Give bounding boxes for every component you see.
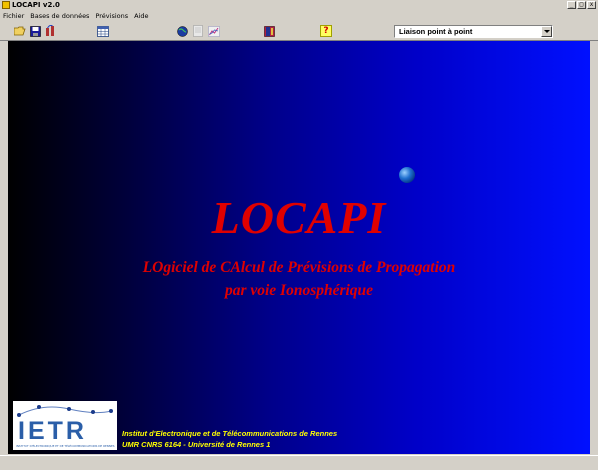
globe-run-icon bbox=[176, 25, 188, 37]
help-icon: ? bbox=[323, 26, 329, 36]
globe-icon bbox=[399, 167, 415, 183]
globe-run-button[interactable] bbox=[176, 25, 188, 37]
splash-panel: LOCAPI LOgiciel de CAlcul de Prévisions … bbox=[8, 41, 590, 454]
table-button[interactable] bbox=[97, 25, 109, 37]
app-icon bbox=[2, 1, 10, 9]
save-icon bbox=[29, 25, 41, 37]
splash-title: LOCAPI bbox=[211, 192, 387, 243]
document-button[interactable] bbox=[192, 25, 204, 37]
open-button[interactable] bbox=[14, 25, 26, 37]
chevron-down-icon[interactable] bbox=[541, 26, 552, 37]
minimize-button[interactable]: _ bbox=[567, 1, 576, 9]
ietr-logo: IETR INSTITUT D'ÉLECTRONIQUE ET DE TÉLÉC… bbox=[13, 401, 117, 450]
folder-open-icon bbox=[14, 26, 26, 36]
help-button[interactable]: ? bbox=[320, 25, 332, 37]
book-icon bbox=[263, 25, 275, 37]
institute-name: Institut d'Electronique et de Télécommun… bbox=[122, 429, 338, 438]
window-title: LOCAPI v2.0 bbox=[12, 1, 60, 9]
institute-affiliation: UMR CNRS 6164 - Université de Rennes 1 bbox=[122, 440, 271, 449]
save-button[interactable] bbox=[29, 25, 41, 37]
ietr-logo-text: IETR bbox=[18, 417, 87, 445]
mode-select[interactable]: Liaison point à point bbox=[394, 25, 553, 38]
antenna-icon bbox=[46, 25, 54, 36]
maximize-button[interactable]: □ bbox=[577, 1, 586, 9]
mode-select-value: Liaison point à point bbox=[399, 27, 473, 36]
splash-subtitle-line1: LOgiciel de CAlcul de Prévisions de Prop… bbox=[142, 259, 456, 276]
table-icon bbox=[97, 25, 109, 37]
title-bar: LOCAPI v2.0 _ □ x bbox=[0, 0, 598, 11]
chart-icon bbox=[208, 25, 220, 37]
close-button[interactable]: x bbox=[587, 1, 596, 9]
splash-subtitle-line2: par voie Ionosphérique bbox=[224, 282, 374, 299]
ietr-logo-caption: INSTITUT D'ÉLECTRONIQUE ET DE TÉLÉCOMMUN… bbox=[16, 444, 115, 448]
menu-previsions[interactable]: Prévisions bbox=[92, 11, 131, 22]
menu-fichier[interactable]: Fichier bbox=[0, 11, 27, 22]
menu-aide[interactable]: Aide bbox=[131, 11, 151, 22]
antenna-button[interactable] bbox=[45, 25, 57, 37]
book-button[interactable] bbox=[263, 25, 275, 37]
status-bar bbox=[0, 455, 598, 470]
menu-bases-de-donnees[interactable]: Bases de données bbox=[27, 11, 92, 22]
chart-button[interactable] bbox=[208, 25, 220, 37]
menu-bar: Fichier Bases de données Prévisions Aide bbox=[0, 11, 598, 22]
window-controls: _ □ x bbox=[567, 1, 596, 9]
document-icon bbox=[193, 25, 203, 37]
